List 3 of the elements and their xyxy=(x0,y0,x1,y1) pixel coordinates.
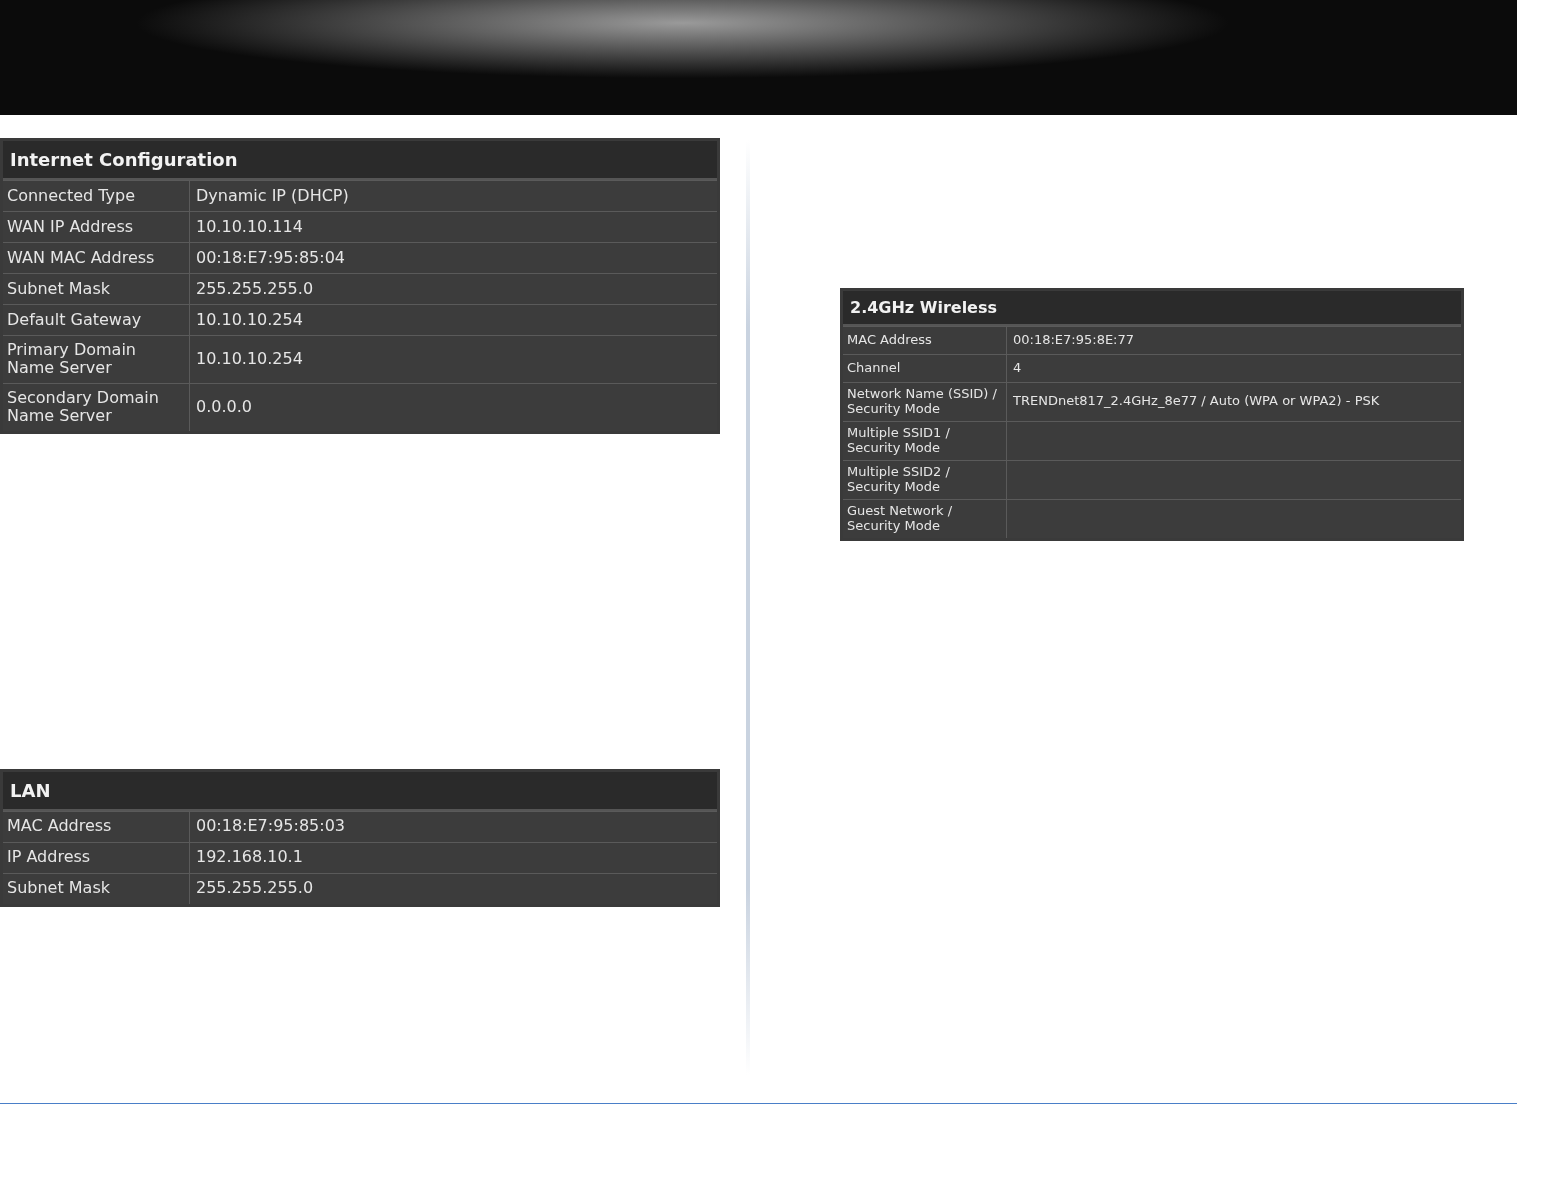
table-title: Internet Configuration xyxy=(3,141,717,180)
table-title: LAN xyxy=(3,771,717,811)
table-title: 2.4GHz Wireless xyxy=(843,291,1461,326)
